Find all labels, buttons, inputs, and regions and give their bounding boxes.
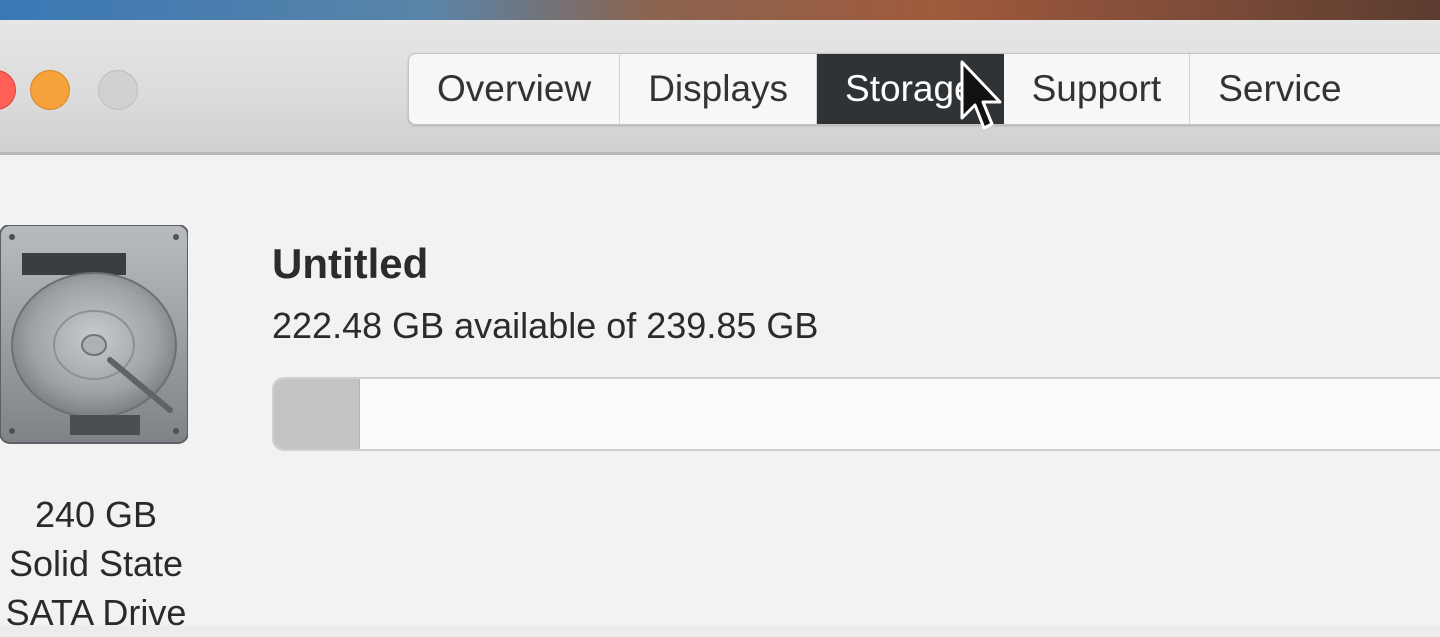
tab-displays[interactable]: Displays bbox=[620, 54, 818, 124]
volume-availability: 222.48 GB available of 239.85 GB bbox=[272, 305, 819, 346]
about-this-mac-window: Overview Displays Storage Support Servic… bbox=[0, 20, 1440, 633]
tab-support[interactable]: Support bbox=[1004, 54, 1191, 124]
drive-interface: SATA Drive bbox=[5, 592, 187, 633]
tab-bar: Overview Displays Storage Support Servic… bbox=[408, 53, 1440, 125]
drive-caption: 240 GB Solid State SATA Drive bbox=[0, 490, 198, 637]
used-space-segment bbox=[274, 379, 360, 449]
window-toolbar: Overview Displays Storage Support Servic… bbox=[0, 20, 1440, 155]
tab-overview[interactable]: Overview bbox=[409, 54, 621, 124]
tab-storage[interactable]: Storage bbox=[817, 54, 1004, 124]
tab-service[interactable]: Service bbox=[1190, 54, 1369, 124]
drive-capacity: 240 GB bbox=[34, 494, 158, 535]
drive-type: Solid State bbox=[8, 543, 184, 584]
volume-name: Untitled bbox=[272, 240, 429, 287]
zoom-button[interactable] bbox=[98, 70, 138, 110]
storage-usage-bar[interactable] bbox=[272, 377, 1440, 451]
minimize-button[interactable] bbox=[30, 70, 70, 110]
close-button[interactable] bbox=[0, 70, 16, 110]
hard-drive-icon bbox=[0, 225, 188, 444]
